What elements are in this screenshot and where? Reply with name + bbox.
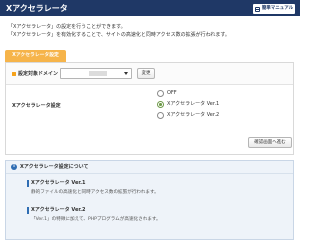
- radio-option-off[interactable]: OFF: [157, 88, 287, 99]
- info-item-accent: [27, 207, 29, 214]
- chevron-down-icon: [124, 72, 128, 75]
- info-icon: i: [11, 164, 17, 170]
- radio-option-ver2[interactable]: Xアクセラレータ Ver.2: [157, 110, 287, 121]
- domain-icon: [12, 72, 16, 76]
- info-item-ver2: Xアクセラレータ Ver.2 「Ver.1」の特徴に加えて、PHPプログラムが高…: [27, 207, 281, 223]
- radio-label-ver1: Xアクセラレータ Ver.1: [167, 101, 220, 107]
- manual-button[interactable]: 簡単マニュアル: [253, 4, 295, 14]
- accelerator-setting-row: Xアクセラレータ設定 OFF Xアクセラレータ Ver.1 Xアクセラレータ V…: [6, 85, 293, 133]
- info-item-ver1: Xアクセラレータ Ver.1 静的ファイルの高速化と同時アクセス数の拡張が行われ…: [27, 180, 281, 196]
- info-title: Xアクセラレータ設定について: [20, 164, 89, 170]
- info-header: i Xアクセラレータ設定について: [6, 161, 293, 174]
- domain-row: 設定対象ドメイン 変更: [6, 63, 293, 85]
- radio-button-off[interactable]: [157, 90, 164, 97]
- manual-button-label: 簡単マニュアル: [261, 6, 294, 11]
- domain-value-redacted: [89, 71, 107, 76]
- confirm-button[interactable]: 確認画面へ進む: [248, 137, 292, 148]
- radio-button-ver2[interactable]: [157, 112, 164, 119]
- accelerator-radio-group: OFF Xアクセラレータ Ver.1 Xアクセラレータ Ver.2: [157, 88, 287, 121]
- intro-line-1: 「Xアクセラレータ」の設定を行うことができます。: [8, 24, 126, 30]
- info-item-heading: Xアクセラレータ Ver.1: [31, 180, 86, 186]
- intro-text: 「Xアクセラレータ」の設定を行うことができます。 「Xアクセラレータ」を有効化す…: [8, 24, 288, 39]
- title-bar: Xアクセラレータ 簡単マニュアル: [0, 0, 300, 17]
- page: Xアクセラレータ 簡単マニュアル 「Xアクセラレータ」の設定を行うことができます…: [0, 0, 300, 245]
- info-box: i Xアクセラレータ設定について Xアクセラレータ Ver.1 静的ファイルの高…: [5, 160, 294, 240]
- radio-option-ver1[interactable]: Xアクセラレータ Ver.1: [157, 99, 287, 110]
- radio-label-ver2: Xアクセラレータ Ver.2: [167, 112, 220, 118]
- info-item-accent: [27, 180, 29, 187]
- page-title: Xアクセラレータ: [6, 4, 68, 13]
- manual-icon: [254, 6, 260, 12]
- domain-select[interactable]: [60, 68, 132, 79]
- change-button[interactable]: 変更: [137, 68, 155, 79]
- settings-panel: 設定対象ドメイン 変更 Xアクセラレータ設定 OFF Xアクセラレータ Ver.…: [5, 62, 294, 155]
- info-item-heading: Xアクセラレータ Ver.2: [31, 207, 86, 213]
- tab-accelerator-settings[interactable]: Xアクセラレータ設定: [5, 50, 66, 62]
- accelerator-setting-label: Xアクセラレータ設定: [12, 103, 61, 109]
- radio-label-off: OFF: [167, 90, 177, 96]
- radio-button-ver1[interactable]: [157, 101, 164, 108]
- info-item-description: 静的ファイルの高速化と同時アクセス数の拡張が行われます。: [31, 190, 159, 195]
- intro-line-2: 「Xアクセラレータ」を有効化することで、サイトの高速化と同時アクセス数の拡張が行…: [8, 31, 230, 38]
- domain-label: 設定対象ドメイン: [18, 71, 59, 77]
- info-item-description: 「Ver.1」の特徴に加えて、PHPプログラムが高速化されます。: [31, 217, 161, 222]
